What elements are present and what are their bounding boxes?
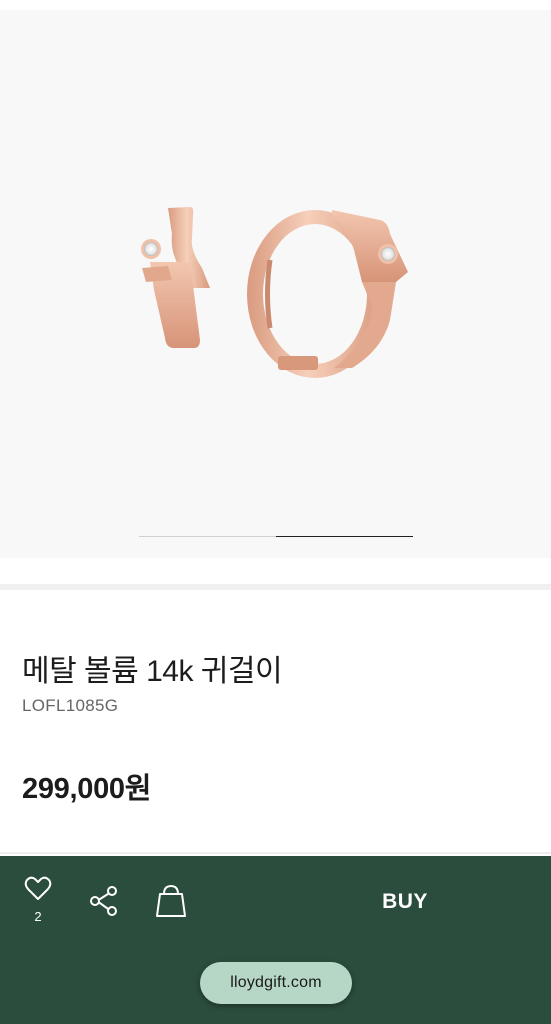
- product-name: 메탈 볼륨 14k 귀걸이: [22, 655, 283, 688]
- share-button[interactable]: [88, 884, 120, 918]
- browser-url-pill[interactable]: lloydgift.com: [200, 962, 352, 1004]
- share-icon: [90, 886, 117, 916]
- product-code: LOFL1085G: [22, 696, 119, 715]
- slide-indicator[interactable]: [139, 536, 413, 537]
- bottom-action-bar: 2 BUY lloydgift.com: [0, 856, 551, 1024]
- product-image-gallery[interactable]: [0, 10, 551, 558]
- like-count: 2: [34, 909, 42, 924]
- cart-button[interactable]: [154, 883, 188, 919]
- product-info: 메탈 볼륨 14k 귀걸이 LOFL1085G 299,000원: [0, 590, 551, 856]
- product-image: [141, 207, 408, 378]
- heart-icon: [24, 876, 52, 900]
- info-divider: [0, 852, 551, 854]
- shopping-bag-icon: [156, 884, 186, 917]
- product-price: 299,000원: [22, 773, 152, 805]
- status-strip: [0, 0, 551, 10]
- left-earring: [141, 207, 210, 348]
- right-earring: [247, 210, 408, 378]
- like-button[interactable]: 2: [20, 876, 56, 932]
- buy-button[interactable]: BUY: [300, 882, 510, 922]
- slide-indicator-active: [276, 536, 413, 537]
